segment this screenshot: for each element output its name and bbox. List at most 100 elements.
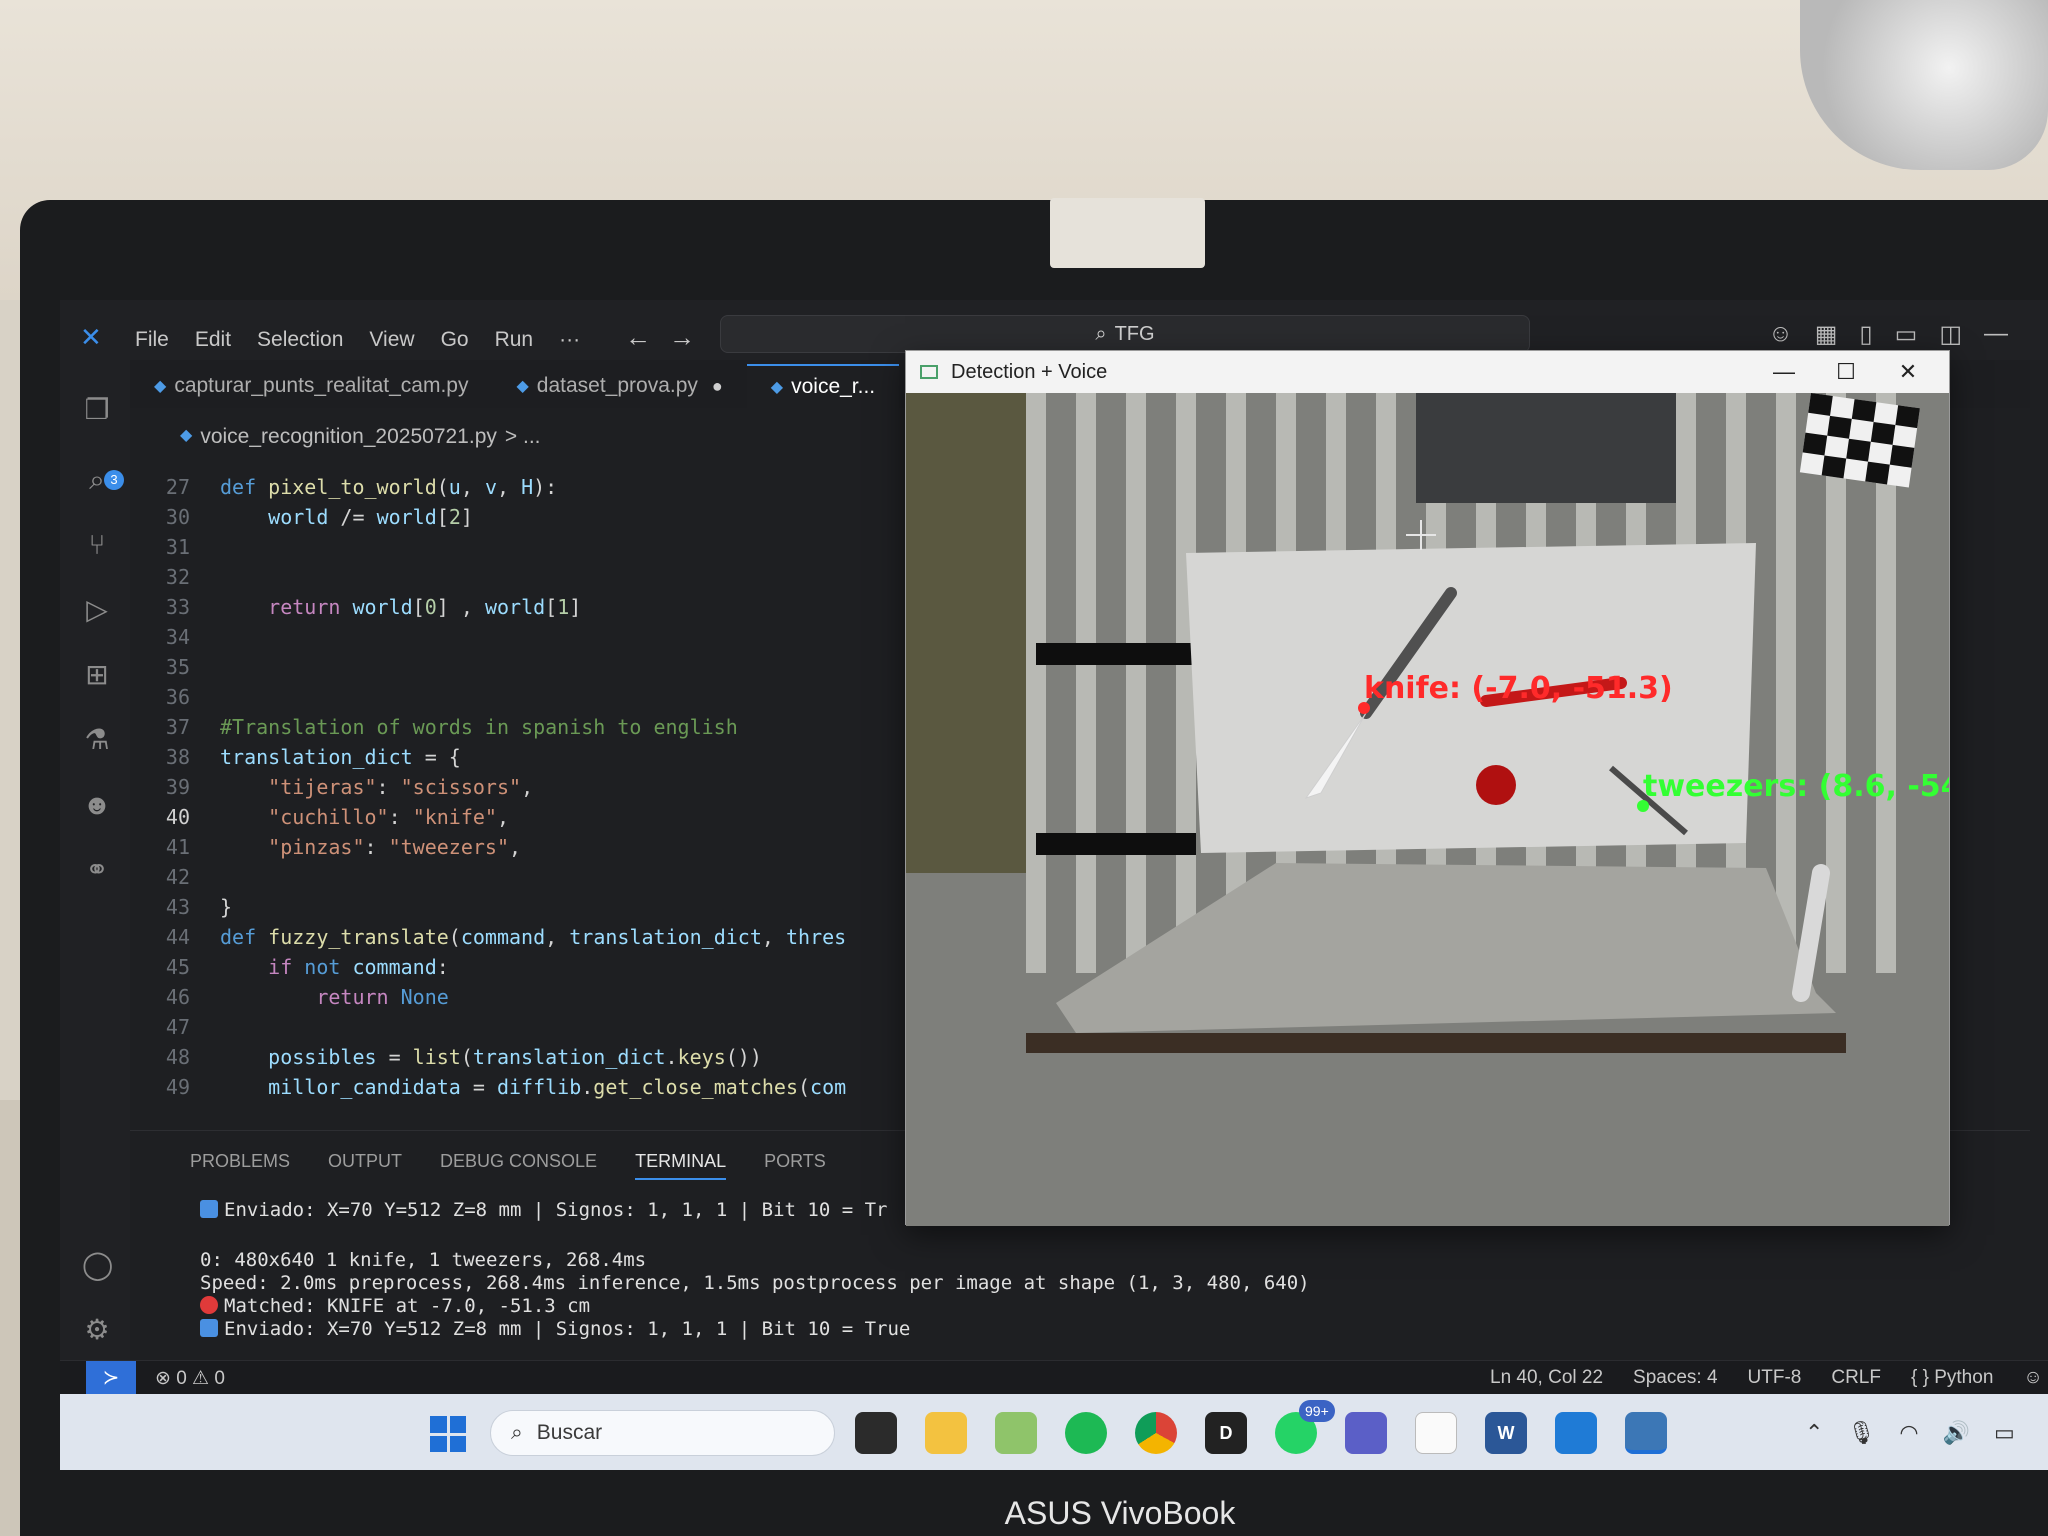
file-explorer-icon[interactable] xyxy=(925,1412,967,1454)
code-token: millor_candidata xyxy=(268,1075,461,1099)
code-token: def xyxy=(220,925,269,949)
code-line[interactable]: 45 if not command: xyxy=(130,955,449,983)
code-editor[interactable]: 27 def pixel_to_world(u, v, H): 30 world /… xyxy=(130,460,1030,1120)
code-line[interactable]: 44 def fuzzy_translate(command, translati… xyxy=(130,925,846,953)
account-icon[interactable]: ◯ xyxy=(82,1250,113,1280)
menu-edit[interactable]: Edit xyxy=(195,328,231,352)
chevron-up-icon[interactable]: ⌃ xyxy=(1805,1420,1823,1446)
code-token: ( xyxy=(436,475,449,499)
code-line[interactable]: 47 xyxy=(130,1015,220,1043)
window-close-button[interactable]: ✕ xyxy=(1877,355,1939,389)
extensions-icon[interactable]: ⊞ xyxy=(82,660,112,690)
battery-icon[interactable]: ▭ xyxy=(1994,1420,2015,1446)
encoding[interactable]: UTF-8 xyxy=(1748,1367,1802,1389)
code-token: world xyxy=(268,505,329,529)
whatsapp-icon[interactable]: 99+ xyxy=(1275,1400,1335,1454)
code-line[interactable]: 35 xyxy=(130,655,220,683)
code-line[interactable]: 34 xyxy=(130,625,220,653)
breadcrumb-rest[interactable]: > ... xyxy=(505,425,541,449)
panel-tab-problems[interactable]: PROBLEMS xyxy=(190,1151,290,1180)
indentation[interactable]: Spaces: 4 xyxy=(1633,1367,1718,1389)
code-line[interactable]: 38 translation_dict = { xyxy=(130,745,461,773)
task-view-icon[interactable] xyxy=(855,1412,897,1454)
explorer-icon[interactable]: ❐ xyxy=(82,395,112,425)
code-line[interactable]: 32 xyxy=(130,565,220,593)
toggle-secondary-sidebar-icon[interactable]: ◫ xyxy=(1939,320,1962,349)
line-number: 42 xyxy=(165,865,190,889)
discord-icon[interactable]: D xyxy=(1205,1412,1247,1454)
code-line[interactable]: 33 return world[0] , world[1] xyxy=(130,595,581,623)
code-line[interactable]: 43} xyxy=(130,895,232,923)
menu-selection[interactable]: Selection xyxy=(257,328,343,352)
layout-icon[interactable]: ▦ xyxy=(1815,320,1838,349)
microphone-icon[interactable]: 🎙 xyxy=(1847,1420,1875,1446)
run-debug-icon[interactable]: ▷ xyxy=(82,595,112,625)
panel-tab-debug-console[interactable]: DEBUG CONSOLE xyxy=(440,1151,597,1180)
wifi-icon[interactable]: ◠ xyxy=(1899,1420,1918,1446)
remote-indicator-icon[interactable]: ≻ xyxy=(86,1361,136,1395)
code-line[interactable]: 30 world /= world[2] xyxy=(130,505,473,533)
window-maximize-button[interactable]: ☐ xyxy=(1815,355,1877,389)
window-minimize-button[interactable]: — xyxy=(1753,355,1815,389)
toggle-panel-icon[interactable]: ▭ xyxy=(1895,320,1918,349)
code-token: #Translation of words in spanish to engl… xyxy=(220,715,738,739)
forward-arrow-icon[interactable]: → xyxy=(669,322,713,352)
menu-run[interactable]: Run xyxy=(495,328,534,352)
cursor-position[interactable]: Ln 40, Col 22 xyxy=(1490,1367,1603,1389)
teams-icon[interactable] xyxy=(1345,1412,1387,1454)
tab-voice-recognition[interactable]: ◆ voice_r... xyxy=(746,364,900,408)
search-icon: ⌕ xyxy=(1095,322,1107,345)
back-arrow-icon[interactable]: ← xyxy=(625,322,669,352)
minimize-icon[interactable]: — xyxy=(1984,320,2008,349)
python-app-icon[interactable] xyxy=(1625,1412,1667,1454)
breadcrumb-file[interactable]: voice_recognition_20250721.py xyxy=(200,425,497,449)
toggle-sidebar-icon[interactable]: ▯ xyxy=(1859,320,1872,349)
settings-gear-icon[interactable]: ⚙ xyxy=(82,1315,112,1345)
alien-extension-icon[interactable]: ☻ xyxy=(82,790,112,820)
code-line[interactable]: 46 return None xyxy=(130,985,449,1013)
photos-icon[interactable] xyxy=(995,1412,1037,1454)
taskbar-search[interactable]: ⌕ Buscar xyxy=(490,1410,835,1456)
code-line[interactable]: 39 "tijeras": "scissors", xyxy=(130,775,533,803)
tab-dataset-prova[interactable]: ◆ dataset_prova.py ● xyxy=(492,364,746,408)
python-icon[interactable]: ⚭ xyxy=(82,855,112,885)
spotify-icon[interactable] xyxy=(1065,1412,1107,1454)
search-view-icon[interactable]: ⌕ xyxy=(82,465,112,495)
code-line[interactable]: 40 "cuchillo": "knife", xyxy=(130,805,509,833)
source-control-icon[interactable]: ⑂ xyxy=(82,530,112,560)
vscode-taskbar-icon[interactable] xyxy=(1555,1412,1597,1454)
volume-icon[interactable]: 🔊 xyxy=(1943,1420,1970,1446)
copilot-status-icon[interactable]: ☺ xyxy=(2023,1367,2042,1389)
command-center-search[interactable]: ⌕ TFG xyxy=(720,315,1530,353)
checkerboard xyxy=(1799,393,1920,488)
code-token: ): xyxy=(533,475,558,499)
language-mode[interactable]: { } Python xyxy=(1911,1367,1993,1389)
code-line[interactable]: 49 millor_candidata = difflib. get_close_… xyxy=(130,1075,846,1103)
code-line[interactable]: 36 xyxy=(130,685,220,713)
end-of-line[interactable]: CRLF xyxy=(1831,1367,1881,1389)
code-line[interactable]: 42 xyxy=(130,865,220,893)
menu-go[interactable]: Go xyxy=(441,328,469,352)
menu-file[interactable]: File xyxy=(135,328,169,352)
problems-count[interactable]: ⊗ 0 ⚠ 0 xyxy=(155,1367,225,1390)
menu-view[interactable]: View xyxy=(369,328,414,352)
code-line[interactable]: 41 "pinzas": "tweezers", xyxy=(130,835,521,863)
testing-icon[interactable]: ⚗ xyxy=(82,725,112,755)
tab-capturar-punts[interactable]: ◆ capturar_punts_realitat_cam.py xyxy=(130,364,492,408)
code-line[interactable]: 27 def pixel_to_world(u, v, H): xyxy=(130,475,557,503)
document-icon[interactable] xyxy=(1415,1412,1457,1454)
panel-tab-output[interactable]: OUTPUT xyxy=(328,1151,402,1180)
chrome-icon[interactable] xyxy=(1135,1412,1177,1454)
code-line[interactable]: 37 #Translation of words in spanish to en… xyxy=(130,715,738,743)
panel-tab-ports[interactable]: PORTS xyxy=(764,1151,826,1180)
panel-tab-terminal[interactable]: TERMINAL xyxy=(635,1151,727,1180)
windows-start-icon[interactable] xyxy=(430,1416,466,1452)
detection-title-bar[interactable]: Detection + Voice — ☐ ✕ xyxy=(906,351,1949,393)
word-icon[interactable]: W xyxy=(1485,1412,1527,1454)
copilot-icon[interactable]: ☺ xyxy=(1768,320,1793,349)
code-line[interactable]: 31 xyxy=(130,535,220,563)
menu-more[interactable]: ··· xyxy=(559,328,580,352)
code-line[interactable]: 48 possibles = list(translation_dict. key… xyxy=(130,1045,762,1073)
detection-window[interactable]: Detection + Voice — ☐ ✕ knife: (-7.0, -5… xyxy=(905,350,1950,1226)
